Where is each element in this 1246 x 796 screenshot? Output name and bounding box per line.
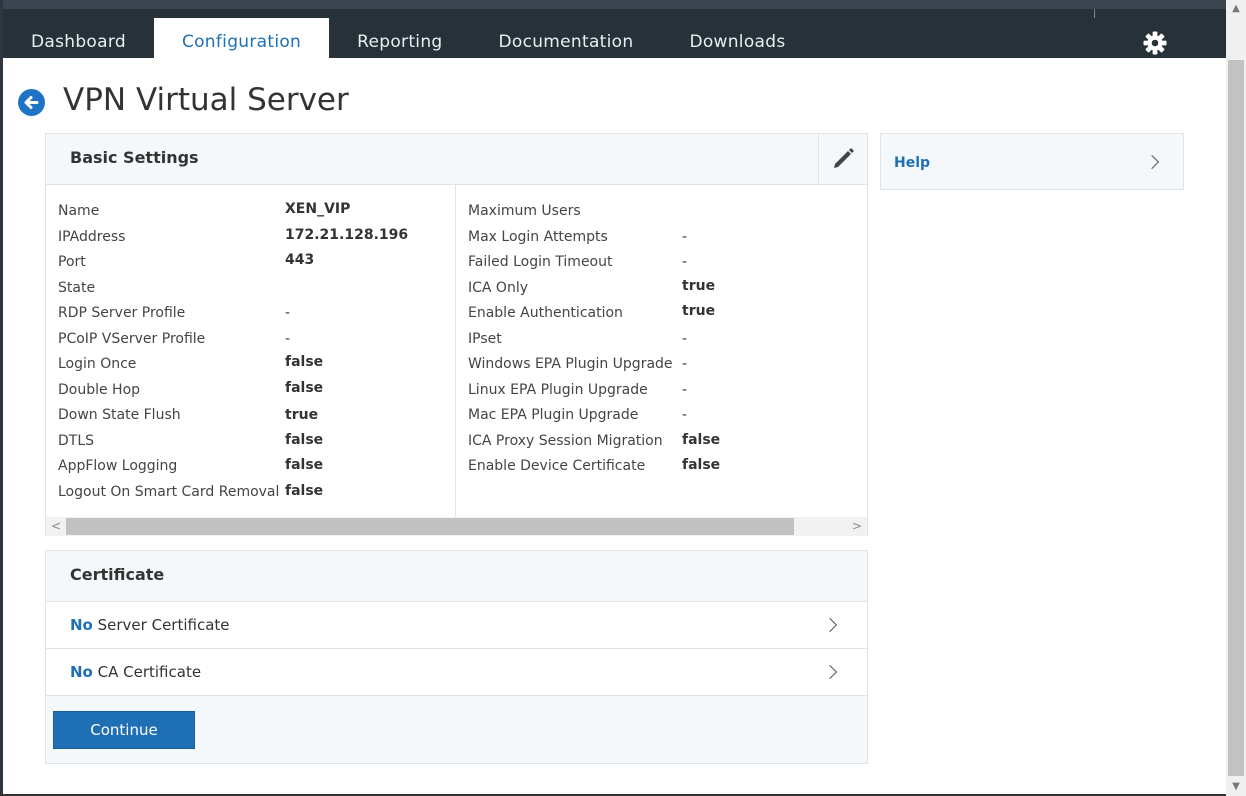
help-label: Help [894,155,931,171]
field-value: - [682,407,688,423]
chevron-right-icon [822,664,838,680]
scroll-up-arrow-icon[interactable]: ▲ [1226,0,1246,18]
field-label: Maximum Users [468,203,581,219]
vertical-scroll-thumb[interactable] [1228,60,1244,776]
field-value: false [682,432,721,448]
field-value: true [682,303,716,319]
cert-row-label: CA Certificate [97,663,202,681]
cert-row-label: Server Certificate [97,616,230,634]
continue-button[interactable]: Continue [53,711,195,749]
field-value: XEN_VIP [285,201,351,217]
basic-settings-fields: Name XEN_VIP IPAddress 172.21.128.196 Port… [46,185,867,517]
field-value: - [682,331,688,347]
field-label: Double Hop [58,382,141,398]
scroll-down-arrow-icon[interactable]: ▼ [1226,778,1246,796]
field-label: Mac EPA Plugin Upgrade [468,407,639,423]
field-value: - [682,254,688,270]
certificate-panel: Certificate No Server Certificate No CA … [45,550,868,764]
field-label: Failed Login Timeout [468,254,613,270]
field-label: Windows EPA Plugin Upgrade [468,356,673,372]
basic-settings-header: Basic Settings [46,134,867,185]
field-label: Name [58,203,100,219]
field-value: true [682,278,716,294]
field-label: Enable Authentication [468,305,623,321]
field-label: ICA Proxy Session Migration [468,433,663,449]
gear-icon[interactable] [1141,29,1169,57]
column-divider [455,185,456,517]
nav-tab-configuration[interactable]: Configuration [153,18,330,67]
field-value: false [285,380,324,396]
field-label: IPset [468,331,502,347]
field-value: - [285,305,291,321]
ca-certificate-text: No CA Certificate [70,663,201,681]
nav-tab-reporting[interactable]: Reporting [329,18,470,67]
field-label: Linux EPA Plugin Upgrade [468,382,648,398]
field-value: - [682,229,688,245]
field-value: 443 [285,252,315,268]
field-label: PCoIP VServer Profile [58,331,206,347]
field-label: IPAddress [58,229,126,245]
nav-tab-downloads[interactable]: Downloads [661,18,813,67]
page-title: VPN Virtual Server [63,82,349,118]
horizontal-scroll-thumb[interactable] [66,518,794,535]
chevron-right-icon [822,617,838,633]
field-value: false [682,457,721,473]
ca-certificate-row[interactable]: No CA Certificate [46,649,867,696]
chevron-right-icon [1144,154,1160,170]
pencil-icon [834,148,854,168]
field-label: ICA Only [468,280,528,296]
field-label: AppFlow Logging [58,458,178,474]
help-panel[interactable]: Help [880,133,1184,190]
field-value: false [285,354,324,370]
scroll-right-arrow-icon[interactable]: > [849,517,865,536]
field-label: Login Once [58,356,137,372]
field-value: false [285,432,324,448]
main-nav: Dashboard Configuration Reporting Docume… [3,18,814,67]
basic-settings-panel: Basic Settings Name XEN_VIP IPAddress 172.… [45,133,868,536]
topbar-divider [1094,9,1095,18]
certificate-title: Certificate [70,565,165,584]
top-navigation-bar: Dashboard Configuration Reporting Docume… [3,0,1226,67]
vertical-scrollbar[interactable]: ▲ ▼ [1226,0,1246,796]
nav-tab-documentation[interactable]: Documentation [470,18,661,67]
certificate-header: Certificate [46,551,867,602]
field-label: Logout On Smart Card Removal [58,484,280,500]
field-value: - [682,356,688,372]
field-label: Enable Device Certificate [468,458,646,474]
back-arrow-icon[interactable] [18,89,45,116]
field-value: - [682,382,688,398]
field-label: Max Login Attempts [468,229,608,245]
no-badge: No [70,616,93,634]
field-value: - [285,331,291,347]
no-badge: No [70,663,93,681]
field-label: Down State Flush [58,407,181,423]
server-certificate-text: No Server Certificate [70,616,230,634]
scroll-left-arrow-icon[interactable]: < [48,517,64,536]
field-value: false [285,457,324,473]
field-label: State [58,280,96,296]
edit-button[interactable] [818,134,867,184]
field-label: RDP Server Profile [58,305,186,321]
window-left-edge [0,0,3,796]
server-certificate-row[interactable]: No Server Certificate [46,602,867,649]
basic-settings-title: Basic Settings [70,148,199,167]
field-value: false [285,483,324,499]
field-value: true [285,407,319,423]
field-label: Port [58,254,86,270]
field-value: 172.21.128.196 [285,227,409,243]
nav-tab-dashboard[interactable]: Dashboard [3,18,154,67]
field-label: DTLS [58,433,95,449]
horizontal-scrollbar[interactable]: < > [46,517,867,536]
